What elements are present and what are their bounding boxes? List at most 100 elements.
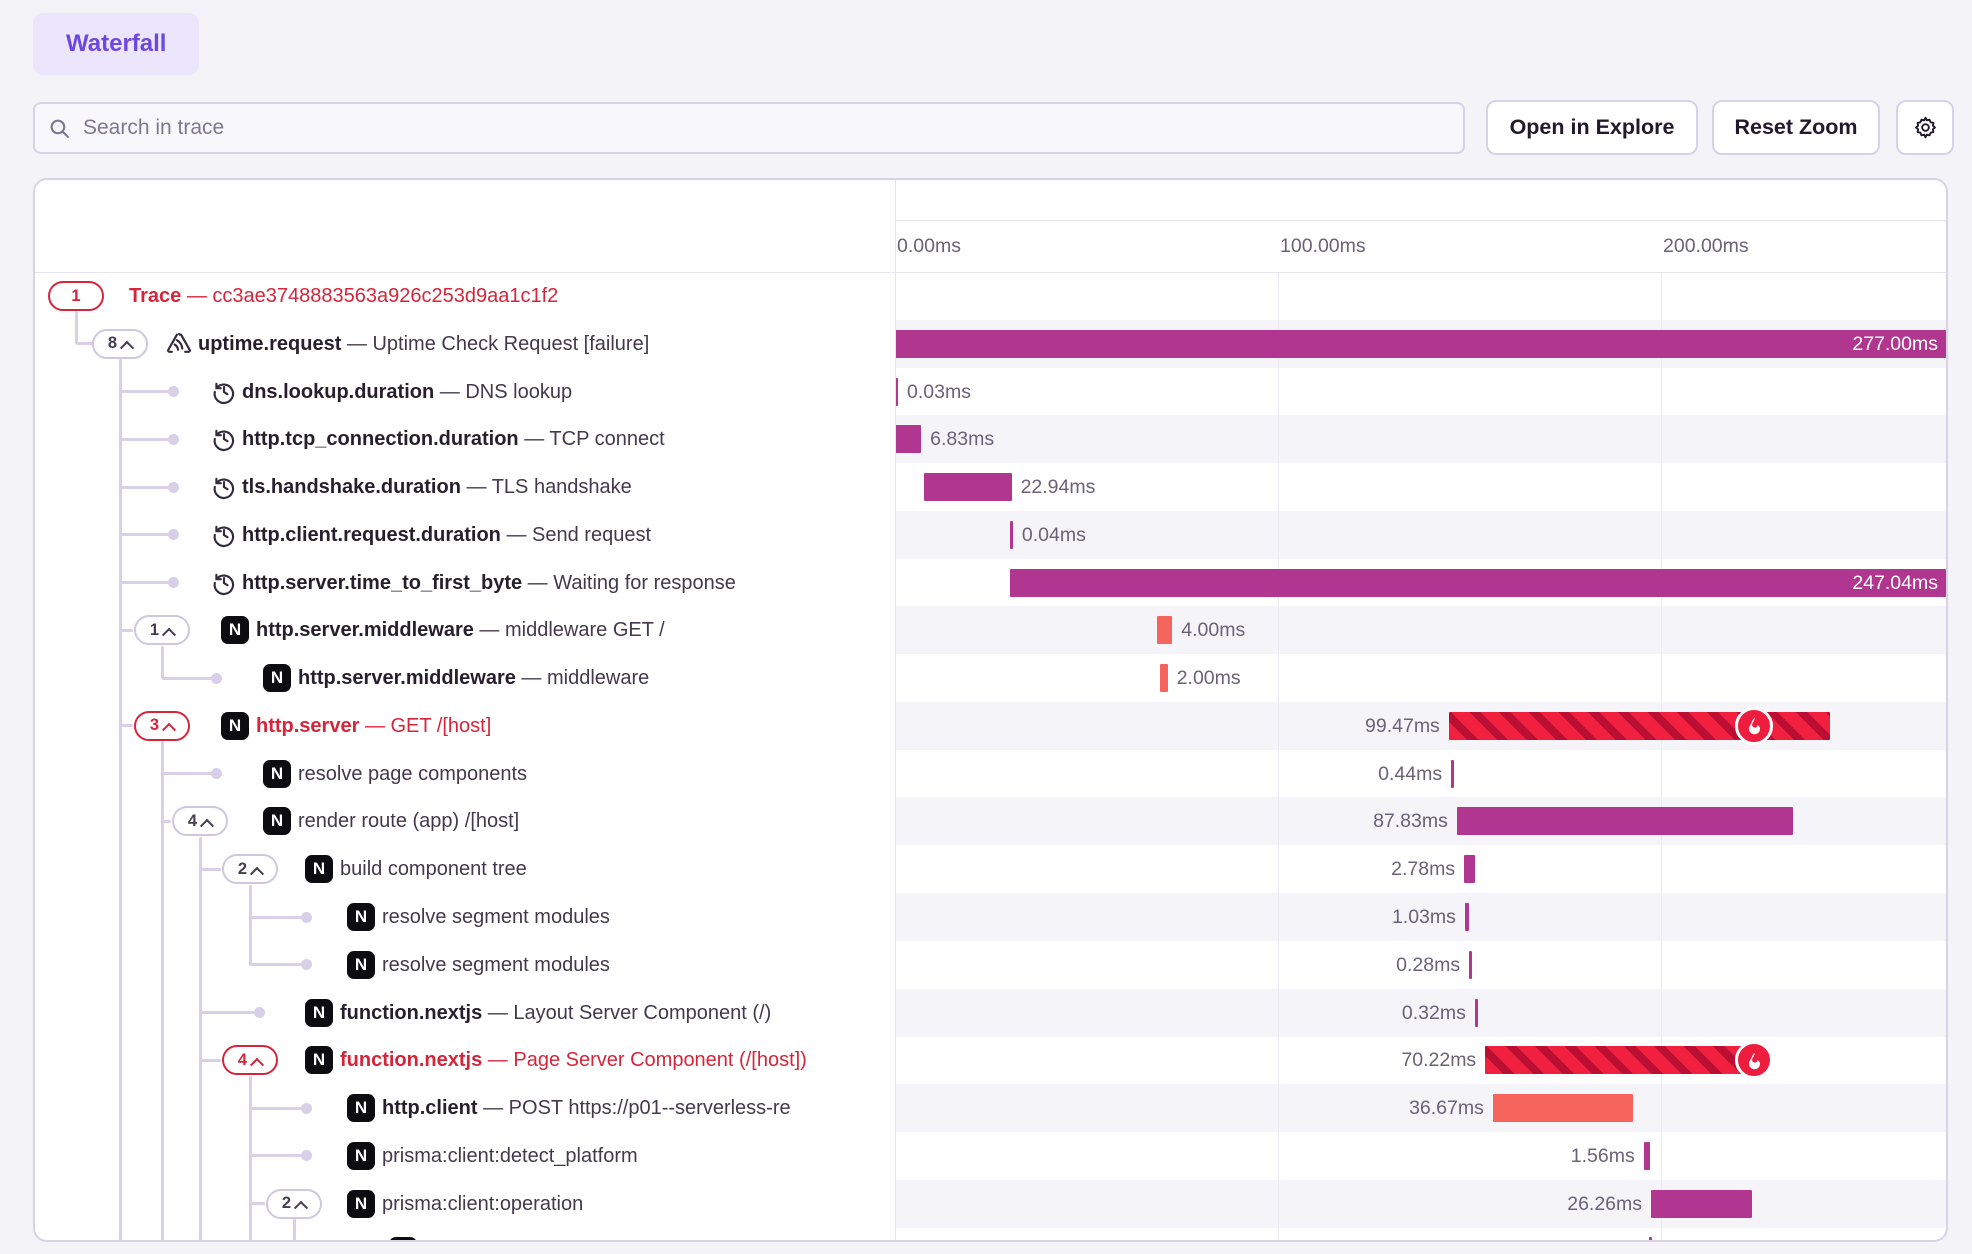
expand-children-badge[interactable]: 2	[266, 1189, 322, 1219]
span-tree-cell: 3Nhttp.server — GET /[host]	[35, 702, 895, 750]
timeline-minimap[interactable]	[895, 180, 1946, 221]
tree-connector-stub	[120, 438, 173, 441]
span-row[interactable]: 2Nbuild component tree2.78ms	[35, 845, 1946, 893]
span-duration-bar[interactable]	[1649, 1237, 1652, 1242]
span-tree-cell: 4Nfunction.nextjs — Page Server Componen…	[35, 1036, 895, 1084]
nextjs-icon: N	[305, 999, 333, 1027]
row-stripe	[895, 415, 1946, 463]
span-label: render route (app) /[host]	[298, 797, 519, 845]
span-row[interactable]: 1Nhttp.server.middleware — middleware GE…	[35, 606, 1946, 654]
tree-connector-stub	[162, 677, 216, 680]
span-duration-bar[interactable]	[924, 473, 1012, 501]
span-row[interactable]: Nresolve page components0.44ms	[35, 750, 1946, 798]
expand-children-badge[interactable]: 3	[134, 711, 190, 741]
expand-children-badge[interactable]: 1	[48, 281, 104, 311]
duration-label: 6.83ms	[930, 415, 994, 463]
span-row[interactable]: Nresolve segment modules0.28ms	[35, 941, 1946, 989]
span-duration-bar[interactable]: 277.00ms	[895, 330, 1946, 358]
clock-history-icon	[211, 426, 237, 452]
expand-children-badge[interactable]: 1	[134, 615, 190, 645]
span-duration-bar[interactable]	[1010, 521, 1013, 549]
search-input[interactable]	[81, 115, 1449, 141]
span-label: http.server.middleware — middleware	[298, 654, 649, 702]
span-row[interactable]: Nprisma:client:serialize0.23ms	[35, 1227, 1946, 1242]
span-duration-bar[interactable]	[1451, 760, 1454, 788]
span-duration-bar[interactable]	[1485, 1046, 1754, 1074]
duration-label: 0.32ms	[1402, 989, 1466, 1037]
tree-connector-stub	[250, 1154, 306, 1157]
span-duration-bar[interactable]	[1644, 1142, 1650, 1170]
expand-children-badge[interactable]: 4	[222, 1045, 278, 1075]
axis-tick-label: 0.00ms	[897, 221, 961, 271]
profile-flame-badge[interactable]	[1735, 707, 1773, 745]
span-row[interactable]: 8uptime.request — Uptime Check Request […	[35, 320, 1946, 368]
expand-children-badge[interactable]: 2	[222, 854, 278, 884]
span-row[interactable]: http.client.request.duration — Send requ…	[35, 511, 1946, 559]
leaf-dot	[168, 434, 179, 445]
nextjs-icon: N	[305, 855, 333, 883]
chevron-up-icon	[250, 1058, 264, 1072]
expand-children-badge[interactable]: 4	[172, 806, 228, 836]
clock-history-icon	[211, 570, 237, 596]
span-label: build component tree	[340, 845, 527, 893]
tab-waterfall[interactable]: Waterfall	[33, 13, 199, 75]
chevron-up-icon	[200, 819, 214, 833]
span-tree-cell: 4 Nrender route (app) /[host]	[35, 797, 895, 845]
expand-children-badge[interactable]: 8	[92, 329, 148, 359]
span-duration-bar[interactable]	[1475, 999, 1478, 1027]
axis-tick-label: 200.00ms	[1663, 221, 1749, 271]
leaf-dot	[301, 959, 312, 970]
span-row[interactable]: Nhttp.server.middleware — middleware2.00…	[35, 654, 1946, 702]
span-duration-bar[interactable]	[1464, 855, 1475, 883]
span-duration-bar[interactable]	[1469, 951, 1472, 979]
nextjs-icon: N	[263, 760, 291, 788]
tree-connector-stub	[250, 1107, 306, 1110]
clock-history-icon	[211, 379, 237, 405]
trace-row[interactable]: 1Trace — cc3ae3748883563a926c253d9aa1c1f…	[35, 272, 1946, 320]
span-duration-bar[interactable]	[1465, 903, 1469, 931]
span-duration-bar[interactable]	[1160, 664, 1168, 692]
span-label: resolve page components	[298, 750, 527, 798]
leaf-dot	[211, 673, 222, 684]
settings-button[interactable]	[1896, 100, 1954, 155]
span-duration-bar[interactable]	[1157, 616, 1172, 644]
span-row[interactable]: 4Nrender route (app) /[host]87.83ms	[35, 797, 1946, 845]
span-row[interactable]: Nfunction.nextjs — Layout Server Compone…	[35, 989, 1946, 1037]
flame-icon	[1745, 716, 1764, 735]
span-row[interactable]: Nresolve segment modules1.03ms	[35, 893, 1946, 941]
span-row[interactable]: 3Nhttp.server — GET /[host]99.47ms	[35, 702, 1946, 750]
span-row[interactable]: dns.lookup.duration — DNS lookup0.03ms	[35, 368, 1946, 416]
search-bar[interactable]	[33, 102, 1465, 154]
span-row[interactable]: 2Nprisma:client:operation26.26ms	[35, 1180, 1946, 1228]
chevron-up-icon	[294, 1201, 308, 1215]
duration-label: 26.26ms	[1567, 1180, 1642, 1228]
span-row[interactable]: Nprisma:client:detect_platform1.56ms	[35, 1132, 1946, 1180]
duration-label: 2.00ms	[1177, 654, 1241, 702]
tree-timeline-divider[interactable]	[895, 180, 896, 1240]
span-duration-bar[interactable]	[895, 425, 921, 453]
span-row[interactable]: Nhttp.client — POST https://p01--serverl…	[35, 1084, 1946, 1132]
span-duration-bar[interactable]: 247.04ms	[1010, 569, 1946, 597]
span-row[interactable]: http.tcp_connection.duration — TCP conne…	[35, 415, 1946, 463]
span-label: dns.lookup.duration — DNS lookup	[242, 368, 572, 416]
span-duration-bar[interactable]	[1493, 1094, 1633, 1122]
span-tree-cell: http.client.request.duration — Send requ…	[35, 511, 895, 559]
tree-connector-stub	[162, 772, 216, 775]
clock-history-icon	[211, 522, 237, 548]
tree-connector-stub	[120, 724, 133, 727]
tree-connector-stub	[200, 868, 221, 871]
span-label: http.client.request.duration — Send requ…	[242, 511, 651, 559]
reset-zoom-button[interactable]: Reset Zoom	[1712, 100, 1880, 155]
span-row[interactable]: http.server.time_to_first_byte — Waiting…	[35, 559, 1946, 607]
profile-flame-badge[interactable]	[1735, 1041, 1773, 1079]
span-duration-bar[interactable]	[1457, 807, 1793, 835]
leaf-dot	[168, 529, 179, 540]
nextjs-icon: N	[263, 807, 291, 835]
open-in-explore-button[interactable]: Open in Explore	[1486, 100, 1698, 155]
duration-label: 1.56ms	[1571, 1132, 1635, 1180]
tree-connector-stub	[200, 1059, 221, 1062]
span-duration-bar[interactable]	[1651, 1190, 1752, 1218]
span-row[interactable]: 4Nfunction.nextjs — Page Server Componen…	[35, 1036, 1946, 1084]
span-label: function.nextjs — Layout Server Componen…	[340, 989, 771, 1037]
span-row[interactable]: tls.handshake.duration — TLS handshake22…	[35, 463, 1946, 511]
